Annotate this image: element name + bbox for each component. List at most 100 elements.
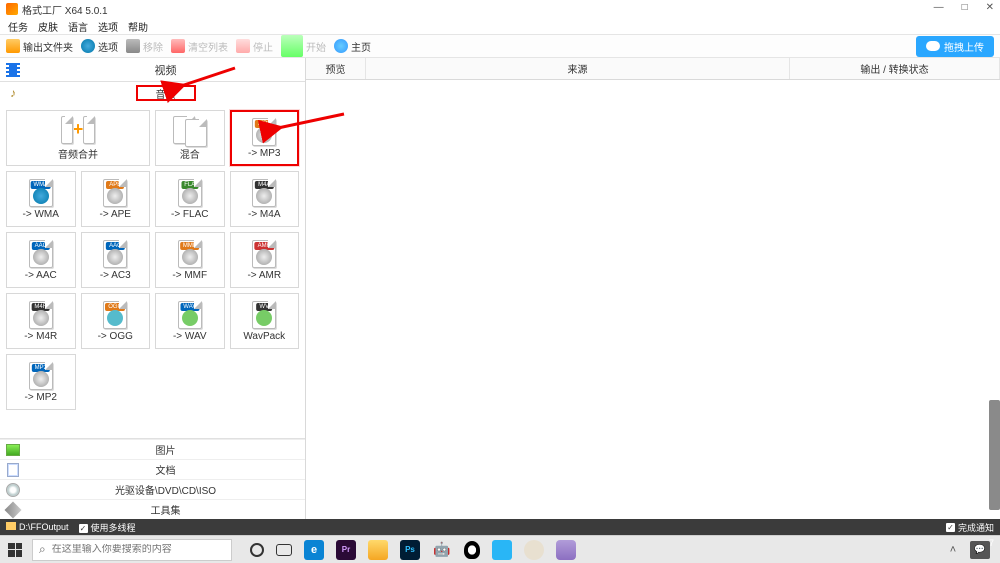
notification-center-icon[interactable]: 💬7 (970, 541, 990, 559)
output-folder-button[interactable]: 输出文件夹 (6, 39, 73, 54)
audio-tab[interactable]: ♪ 音频 (0, 82, 305, 104)
window-buttons: — □ ✕ (930, 0, 998, 15)
col-source[interactable]: 来源 (366, 58, 790, 79)
taskview-icon[interactable] (276, 544, 292, 556)
tile-aac[interactable]: AAC-> AAC (6, 232, 76, 288)
start-button[interactable] (4, 539, 26, 561)
folder-icon (6, 522, 16, 530)
tile-wavpack[interactable]: WVWavPack (230, 293, 300, 349)
maximize-button[interactable]: □ (958, 0, 972, 15)
tile-mp2[interactable]: MP2-> MP2 (6, 354, 76, 410)
category-dvd[interactable]: 光驱设备\DVD\CD\ISO (0, 479, 305, 499)
menu-options[interactable]: 选项 (98, 19, 118, 34)
app-icon (6, 3, 18, 15)
android-icon[interactable]: 🤖 (432, 540, 452, 560)
tile-wav[interactable]: WAV-> WAV (155, 293, 225, 349)
close-button[interactable]: ✕ (982, 0, 998, 15)
task-list-body[interactable] (306, 80, 1000, 519)
title-bar: 格式工厂 X64 5.0.1 (0, 0, 1000, 18)
disc-icon (6, 483, 20, 497)
stop-icon (236, 39, 250, 53)
edge-icon[interactable]: e (304, 540, 324, 560)
menu-bar: 任务 皮肤 语言 选项 帮助 (0, 18, 1000, 34)
search-icon: ⌕ (39, 542, 46, 557)
menu-skin[interactable]: 皮肤 (38, 19, 58, 34)
tile-ogg[interactable]: OGG-> OGG (81, 293, 151, 349)
upload-button[interactable]: 拖拽上传 (916, 36, 994, 57)
taskbar-search[interactable]: ⌕ (32, 539, 232, 561)
windows-logo-icon (8, 543, 22, 557)
app-icon-1[interactable] (524, 540, 544, 560)
right-panel: 预览 来源 输出 / 转换状态 (306, 58, 1000, 519)
tile-m4a[interactable]: M4A-> M4A (230, 171, 300, 227)
options-button[interactable]: 选项 (81, 39, 118, 54)
tools-icon (5, 501, 22, 518)
cortana-icon[interactable] (250, 543, 264, 557)
tile-flac[interactable]: FLA-> FLAC (155, 171, 225, 227)
home-button[interactable]: 主页 (334, 39, 371, 54)
tile-mix[interactable]: 混合 (155, 110, 225, 166)
move-icon (126, 39, 140, 53)
tile-audio-merge[interactable]: + 音频合并 (6, 110, 150, 166)
bottom-categories: 图片 文档 光驱设备\DVD\CD\ISO 工具集 (0, 438, 305, 519)
document-icon (7, 463, 19, 477)
vertical-scrollbar-thumb[interactable] (989, 400, 1000, 510)
tile-ac3[interactable]: AAC-> AC3 (81, 232, 151, 288)
menu-help[interactable]: 帮助 (128, 19, 148, 34)
status-output-path[interactable]: D:\FFOutput (6, 522, 69, 532)
phone-app-icon[interactable] (492, 540, 512, 560)
col-status[interactable]: 输出 / 转换状态 (790, 58, 1000, 79)
home-icon (334, 39, 348, 53)
status-multithread[interactable]: ✓使用多线程 (79, 521, 136, 534)
music-note-icon: ♪ (10, 86, 16, 100)
start-button[interactable]: 开始 (281, 35, 326, 57)
picture-icon (6, 444, 20, 456)
window-title: 格式工厂 X64 5.0.1 (22, 2, 108, 17)
tray-chevron-up-icon[interactable]: ˄ (946, 543, 960, 557)
tile-mmf[interactable]: MMF-> MMF (155, 232, 225, 288)
audio-tab-highlight: 音频 (136, 85, 196, 101)
stop-button[interactable]: 停止 (236, 39, 273, 54)
clear-list-button[interactable]: 清空列表 (171, 39, 228, 54)
menu-language[interactable]: 语言 (68, 19, 88, 34)
clear-icon (171, 39, 185, 53)
film-icon (6, 63, 20, 77)
remove-button[interactable]: 移除 (126, 39, 163, 54)
merge-icon: + (61, 116, 95, 144)
conversion-grid: + 音频合并 混合 MP3 -> MP3 WMA-> WMA APE-> APE… (0, 104, 305, 438)
cloud-icon (926, 41, 940, 51)
windows-taskbar: ⌕ e Pr Ps 🤖 ˄ 💬7 (0, 535, 1000, 563)
menu-task[interactable]: 任务 (8, 19, 28, 34)
checkbox-icon: ✓ (79, 524, 88, 533)
left-panel: 视频 ♪ 音频 + 音频合并 混合 MP3 -> MP3 WMA-> W (0, 58, 306, 519)
file-explorer-icon[interactable] (368, 540, 388, 560)
qq-icon[interactable] (464, 541, 480, 559)
category-tools[interactable]: 工具集 (0, 499, 305, 519)
col-preview[interactable]: 预览 (306, 58, 366, 79)
taskbar-pinned: e Pr Ps 🤖 (250, 540, 576, 560)
tile-amr[interactable]: AMR-> AMR (230, 232, 300, 288)
folder-icon (6, 39, 20, 53)
photoshop-icon[interactable]: Ps (400, 540, 420, 560)
main-row: 视频 ♪ 音频 + 音频合并 混合 MP3 -> MP3 WMA-> W (0, 58, 1000, 519)
options-icon (81, 39, 95, 53)
toolbar: 输出文件夹 选项 移除 清空列表 停止 开始 主页 拖拽上传 (0, 34, 1000, 58)
tile-ape[interactable]: APE-> APE (81, 171, 151, 227)
system-tray: ˄ 💬7 (946, 541, 996, 559)
mix-icon (173, 116, 207, 144)
category-picture[interactable]: 图片 (0, 439, 305, 459)
video-tab[interactable]: 视频 (0, 58, 305, 82)
premiere-icon[interactable]: Pr (336, 540, 356, 560)
category-document[interactable]: 文档 (0, 459, 305, 479)
app-icon-2[interactable] (556, 540, 576, 560)
tile-m4r[interactable]: M4R-> M4R (6, 293, 76, 349)
status-done-notify[interactable]: ✓完成通知 (946, 521, 994, 534)
search-input[interactable] (52, 544, 225, 555)
video-tab-label: 视频 (26, 62, 305, 78)
minimize-button[interactable]: — (930, 0, 948, 15)
start-icon (281, 35, 303, 57)
status-bar: D:\FFOutput ✓使用多线程 ✓完成通知 (0, 519, 1000, 535)
checkbox-icon: ✓ (946, 523, 955, 532)
tile-wma[interactable]: WMA-> WMA (6, 171, 76, 227)
tile-mp3[interactable]: MP3 -> MP3 (230, 110, 300, 166)
